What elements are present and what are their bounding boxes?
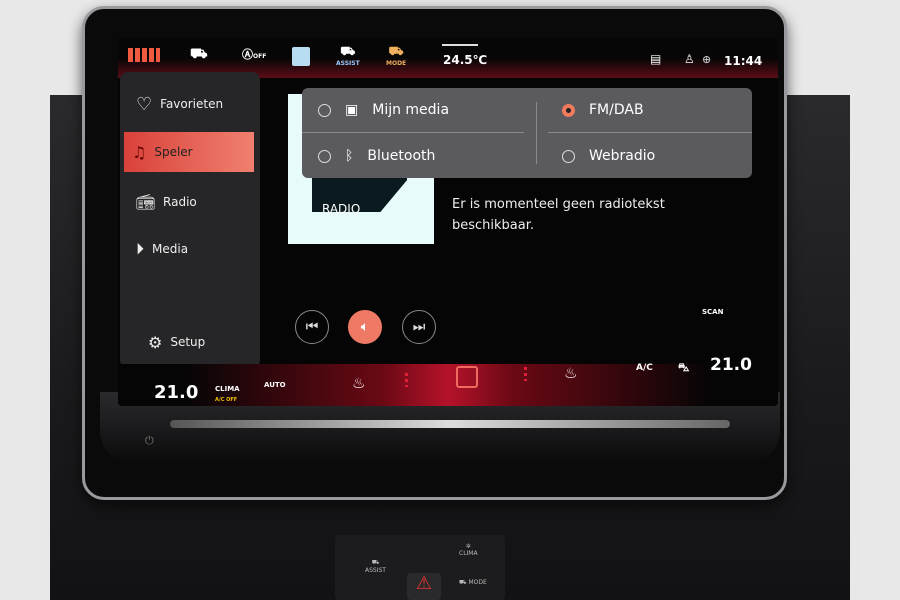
assist-label: ASSIST bbox=[336, 60, 360, 67]
speaker-icon: 🔈︎ bbox=[360, 319, 370, 335]
ac-off-label: A/C OFF bbox=[215, 397, 238, 403]
sidebar-item-favorieten[interactable]: ♡ Favorieten bbox=[128, 84, 256, 124]
option-label: Mijn media bbox=[372, 102, 450, 118]
hardware-mode-label: MODE bbox=[468, 579, 487, 586]
sidebar-item-label: Favorieten bbox=[160, 97, 224, 111]
radio-button-selected[interactable] bbox=[562, 103, 575, 117]
radio-text: Er is momenteel geen radiotekst beschikb… bbox=[452, 197, 665, 233]
skip-back-icon: ⏮ bbox=[305, 319, 319, 335]
sidebar-item-setup[interactable]: ⚙ Setup bbox=[140, 322, 268, 362]
climate-bar: 21.0 CLIMA A/C OFF AUTO ♨ ♨ A/C ⛍ 21.0 bbox=[118, 355, 778, 406]
parking-icon[interactable] bbox=[292, 47, 310, 66]
clima-button[interactable]: CLIMA A/C OFF bbox=[215, 384, 240, 405]
scan-button[interactable]: SCAN bbox=[702, 308, 723, 316]
radio-button[interactable] bbox=[318, 103, 331, 117]
user-icon[interactable]: ♙ bbox=[684, 52, 695, 66]
divider bbox=[302, 132, 524, 133]
option-label: Webradio bbox=[589, 148, 656, 164]
hardware-controls: ⛟ ASSIST ✲ CLIMA ⛟ MODE ⚠ bbox=[335, 535, 505, 600]
skip-forward-icon: ⏭ bbox=[412, 319, 426, 335]
previous-button[interactable]: ⏮ bbox=[295, 310, 329, 344]
sidebar-item-label: Speler bbox=[154, 145, 193, 159]
sidebar-item-label: Setup bbox=[170, 335, 206, 349]
car-icon[interactable]: ⛟ bbox=[190, 46, 208, 64]
source-option-bluetooth[interactable]: ᛒ Bluetooth bbox=[318, 134, 435, 178]
media-library-icon: ▣ bbox=[345, 102, 359, 118]
source-popup: ▣ Mijn media FM/DAB ᛒ Bluetooth Webradio bbox=[302, 88, 752, 178]
assist-icon[interactable]: ⛟ ASSIST bbox=[336, 45, 360, 69]
power-icon[interactable]: ⏻ bbox=[145, 434, 154, 448]
defrost-button[interactable] bbox=[456, 366, 478, 388]
auto-button[interactable]: AUTO bbox=[264, 381, 286, 389]
bluetooth-icon: ᛒ bbox=[345, 148, 354, 164]
option-label: Bluetooth bbox=[367, 148, 436, 164]
next-button[interactable]: ⏭ bbox=[402, 310, 436, 344]
globe-icon: ⊕ bbox=[702, 53, 712, 66]
auto-hold-label: OFF bbox=[253, 53, 267, 60]
divider bbox=[536, 102, 537, 164]
radio-button[interactable] bbox=[318, 149, 331, 163]
left-seat-level-indicator bbox=[405, 373, 408, 387]
hardware-assist-label: ASSIST bbox=[365, 567, 386, 574]
option-label: FM/DAB bbox=[589, 102, 644, 118]
station-logo-text: RADIO bbox=[322, 202, 361, 216]
play-circle-icon: ⏵︎ bbox=[136, 239, 145, 258]
divider bbox=[548, 132, 752, 133]
infotainment-screen: ⛟ ⒶOFF ⛟ ASSIST ⛟ MODE 24.5℃ ▤ ♙ ⊕ 11:44 ♡… bbox=[118, 38, 778, 406]
hardware-clima-label: CLIMA bbox=[459, 550, 478, 557]
handle-bar[interactable] bbox=[442, 44, 478, 46]
sidebar-item-speler[interactable]: ♫ Speler bbox=[124, 132, 254, 172]
clima-label: CLIMA bbox=[215, 385, 240, 393]
left-seat-heat-icon[interactable]: ♨ bbox=[352, 374, 365, 392]
source-option-webradio[interactable]: Webradio bbox=[562, 134, 655, 178]
hardware-mode-button[interactable]: ⛟ MODE bbox=[459, 579, 487, 587]
left-temperature[interactable]: 21.0 bbox=[154, 382, 198, 403]
sidebar-item-label: Media bbox=[152, 242, 189, 256]
radio-icon: 📻︎ bbox=[136, 193, 156, 211]
hazard-button[interactable]: ⚠ bbox=[407, 573, 441, 600]
mute-button[interactable]: 🔈︎ bbox=[348, 310, 382, 344]
music-note-icon: ♫ bbox=[132, 142, 147, 162]
clock: 11:44 bbox=[724, 54, 763, 68]
message-icon[interactable]: ▤ bbox=[650, 52, 661, 66]
outside-temperature: 24.5℃ bbox=[443, 53, 488, 67]
heart-icon: ♡ bbox=[136, 93, 153, 115]
source-option-mijn-media[interactable]: ▣ Mijn media bbox=[318, 88, 449, 132]
right-temperature[interactable]: 21.0 bbox=[710, 355, 752, 375]
sidebar-item-label: Radio bbox=[163, 195, 197, 209]
apps-grid-icon[interactable] bbox=[128, 48, 160, 62]
sidebar-item-radio[interactable]: 📻︎ Radio bbox=[128, 182, 256, 222]
source-option-fm-dab[interactable]: FM/DAB bbox=[562, 88, 644, 132]
hardware-assist-button[interactable]: ⛟ ASSIST bbox=[365, 559, 386, 574]
sidebar-item-media[interactable]: ⏵︎ Media bbox=[128, 229, 256, 269]
auto-start-stop-icon[interactable]: ⒶOFF bbox=[242, 46, 266, 62]
ac-button[interactable]: A/C bbox=[636, 363, 653, 373]
air-recirculation-icon[interactable]: ⛍ bbox=[678, 361, 689, 376]
mode-label: MODE bbox=[386, 60, 407, 67]
right-seat-heat-icon[interactable]: ♨ bbox=[564, 364, 577, 382]
drive-mode-icon[interactable]: ⛟ MODE bbox=[386, 45, 407, 69]
sidebar: ♡ Favorieten ♫ Speler 📻︎ Radio ⏵︎ Media ⚙ Set… bbox=[120, 72, 260, 368]
hardware-clima-button[interactable]: ✲ CLIMA bbox=[459, 543, 478, 557]
radio-button[interactable] bbox=[562, 149, 575, 163]
temperature-slider-bar[interactable] bbox=[170, 420, 730, 428]
gear-icon: ⚙ bbox=[148, 332, 163, 352]
right-seat-level-indicator bbox=[524, 367, 527, 381]
